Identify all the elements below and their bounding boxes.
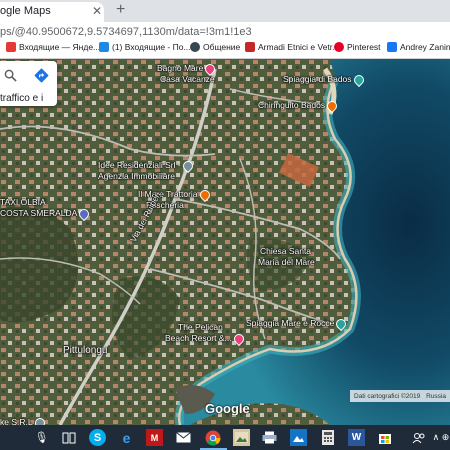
task-view-icon[interactable]: [60, 429, 77, 446]
new-tab-button[interactable]: +: [116, 1, 125, 19]
poi-chiringuito-bados[interactable]: Chiringuito Bados: [258, 98, 340, 113]
beach-pin-icon: [351, 72, 366, 87]
poi-taxi-olbia[interactable]: TAXI OLBIA: [0, 197, 46, 207]
pinterest-icon: [334, 42, 344, 52]
calculator-icon[interactable]: [319, 429, 336, 446]
printer-icon[interactable]: [261, 429, 278, 446]
hotel-pin-icon: [231, 331, 246, 346]
bookmark-label: Общение: [203, 42, 241, 52]
search-box[interactable]: traffico e i: [0, 61, 57, 106]
bookmark-inbox[interactable]: (1) Входящие - По...: [99, 42, 191, 52]
poi-chiesa-santa[interactable]: Chiesa Santa: [260, 246, 311, 256]
poi-casa-vacanze[interactable]: Casa Vacanze: [160, 74, 215, 84]
url-text[interactable]: ps/@40.9500672,9.5734697,1130m/data=!3m1…: [0, 26, 252, 38]
bookmark-armadi[interactable]: Armadi Etnici e Vetr...: [245, 42, 339, 52]
furniture-icon: [245, 42, 255, 52]
edge-icon[interactable]: e: [118, 429, 135, 446]
poi-beach-resort[interactable]: Beach Resort &...: [165, 331, 246, 346]
bookmark-label: Входящие — Янде...: [19, 42, 101, 52]
mail-icon[interactable]: [175, 429, 192, 446]
business-pin-icon: [180, 158, 195, 173]
poi-ke-srl[interactable]: ke S.R.L: [0, 415, 47, 425]
search-icon[interactable]: [4, 69, 17, 82]
windows-taskbar: 🎙 S e M W ∧ ⊕: [0, 425, 450, 450]
image-viewer-icon[interactable]: [233, 429, 250, 446]
restaurant-pin-icon: [197, 187, 212, 202]
tab-close-icon[interactable]: ✕: [92, 4, 102, 18]
microphone-icon[interactable]: 🎙: [33, 429, 50, 446]
map-imagery: [0, 59, 450, 425]
tab-strip: ogle Maps ✕ +: [0, 0, 450, 22]
skype-icon[interactable]: S: [89, 429, 106, 446]
chat-icon: [190, 42, 200, 52]
poi-maria-del-mare[interactable]: Maria del Mare: [258, 257, 315, 267]
beach-pin-icon: [334, 316, 349, 331]
mail-icon: [6, 42, 16, 52]
poi-spiaggia-bados[interactable]: Spiaggia di Bados: [283, 72, 366, 87]
poi-spiaggia-mare-rocce[interactable]: Spiaggia Mare e Rocce: [246, 316, 349, 331]
directions-icon[interactable]: [34, 68, 49, 83]
tab-title: ogle Maps: [0, 5, 51, 17]
satellite-map[interactable]: Bagno Mare Casa Vacanze Spiaggia di Bado…: [0, 59, 450, 425]
bookmark-pinterest[interactable]: Pinterest: [334, 42, 381, 52]
taxi-pin-icon: [77, 206, 92, 221]
bookmark-chat[interactable]: Общение: [190, 42, 240, 52]
chrome-icon[interactable]: [204, 429, 221, 446]
bookmark-label: Armadi Etnici e Vetr...: [258, 42, 340, 52]
tab-google-maps[interactable]: ogle Maps ✕: [0, 2, 104, 22]
system-tray-icon[interactable]: ∧ ⊕: [432, 429, 450, 446]
map-data-credit[interactable]: Dati cartografici ©2019: [354, 393, 420, 400]
bookmark-facebook[interactable]: Andrey Zanin: [387, 42, 450, 52]
bookmark-label: (1) Входящие - По...: [112, 42, 191, 52]
restaurant-pin-icon: [325, 98, 340, 113]
word-icon[interactable]: W: [348, 429, 365, 446]
bookmark-label: Pinterest: [347, 42, 381, 52]
search-input[interactable]: traffico e i: [0, 93, 43, 104]
poi-costa-smeralda[interactable]: COSTA SMERALDA: [0, 206, 92, 221]
store-icon[interactable]: [376, 429, 393, 446]
people-icon[interactable]: [410, 429, 427, 446]
mcafee-icon[interactable]: M: [146, 429, 163, 446]
poi-bagno-mare[interactable]: Bagno Mare: [157, 61, 218, 76]
bookmark-yandex-mail[interactable]: Входящие — Янде...: [6, 42, 100, 52]
area-label-pittulongu: Pittulongu: [63, 345, 108, 356]
poi-the-pelican[interactable]: The Pelican: [178, 322, 223, 332]
region-label[interactable]: Russia: [426, 393, 446, 400]
photos-icon[interactable]: [290, 429, 307, 446]
business-pin-icon: [32, 415, 47, 425]
poi-agenzia[interactable]: Agenzia Immobiliare: [98, 171, 175, 181]
facebook-icon: [387, 42, 397, 52]
google-logo: Google: [205, 401, 250, 416]
map-attribution: Dati cartografici ©2019 Russia: [350, 390, 450, 402]
mail-icon: [99, 42, 109, 52]
bookmark-label: Andrey Zanin: [400, 42, 450, 52]
bookmarks-bar: Входящие — Янде... (1) Входящие - По... …: [0, 40, 450, 59]
poi-idee-residenziali[interactable]: Idee Residenziali Srl -: [98, 158, 195, 173]
